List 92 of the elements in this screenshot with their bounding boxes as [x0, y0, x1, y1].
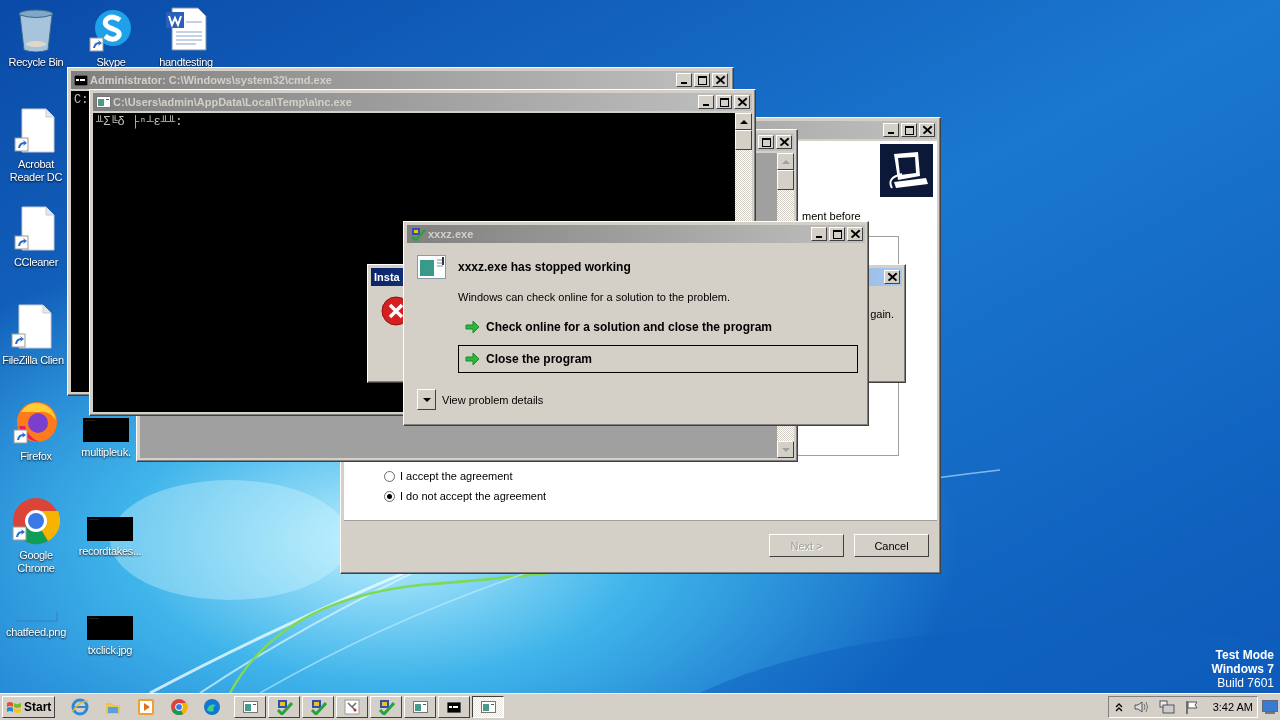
network-icon[interactable] — [1159, 699, 1175, 715]
setup-icon — [309, 699, 328, 715]
message-text: gain. — [870, 308, 894, 320]
browser-shortcut-icon[interactable] — [12, 497, 60, 545]
tool-icon — [344, 699, 361, 715]
file-shortcut-icon[interactable] — [11, 304, 55, 350]
radio-label: I accept the agreement — [400, 470, 513, 482]
image-thumbnail-icon[interactable] — [83, 418, 129, 442]
browser-icon[interactable] — [170, 698, 189, 716]
minimize-button[interactable] — [811, 227, 827, 241]
close-button[interactable] — [712, 73, 728, 87]
close-button[interactable] — [919, 123, 935, 137]
app-shortcut-icon[interactable] — [89, 8, 133, 52]
minimize-button[interactable] — [883, 123, 899, 137]
close-button[interactable] — [847, 227, 863, 241]
window-icon — [480, 701, 496, 713]
show-desktop-icon[interactable] — [1262, 700, 1278, 714]
image-thumbnail-icon[interactable] — [87, 616, 133, 640]
arrow-icon — [465, 320, 480, 334]
window-title: xxxz.exe — [428, 228, 475, 240]
close-button[interactable] — [776, 135, 792, 149]
close-button[interactable] — [734, 95, 750, 109]
flag-icon[interactable] — [1185, 699, 1199, 715]
chevron-up-icon[interactable] — [1115, 702, 1123, 712]
icon-label: Firefox — [20, 450, 52, 463]
test-mode-text: Build 7601 — [1217, 676, 1274, 690]
taskbar-button[interactable] — [472, 696, 505, 718]
scroll-up-button[interactable] — [777, 153, 794, 170]
console-icon — [74, 74, 88, 86]
scroll-thumb[interactable] — [735, 130, 752, 150]
icon-label: chatfeed.png — [6, 626, 66, 639]
radio-label: I do not accept the agreement — [400, 490, 547, 502]
minimize-button[interactable] — [698, 95, 714, 109]
clock[interactable]: 3:42 AM — [1212, 701, 1253, 713]
icon-label: FileZilla Clien — [2, 354, 64, 367]
console-text: C: — [74, 93, 89, 107]
window-icon — [412, 701, 428, 713]
console-text: ╨Σ╚δ ├ⁿ┴ε╨╨: — [96, 115, 183, 129]
close-button[interactable] — [884, 270, 900, 284]
license-prompt-text: ment before — [802, 210, 861, 222]
maximize-button[interactable] — [901, 123, 917, 137]
expand-button[interactable] — [417, 389, 436, 410]
icon-label: Skype — [96, 56, 126, 69]
windows-logo-icon — [6, 700, 22, 714]
window-icon — [242, 701, 258, 713]
speaker-icon[interactable] — [1133, 700, 1149, 714]
maximize-button[interactable] — [694, 73, 710, 87]
start-button[interactable]: Start — [2, 696, 56, 718]
maximize-button[interactable] — [829, 227, 845, 241]
icon-label: Recycle Bin — [8, 56, 64, 69]
program-window-icon — [417, 255, 446, 279]
icon-label: Acrobat Reader DC — [8, 158, 64, 184]
maximize-button[interactable] — [716, 95, 732, 109]
browser-icon[interactable] — [203, 698, 222, 716]
icon-label: recordtakes... — [78, 545, 142, 558]
icon-label: txclick.jpg — [87, 644, 133, 657]
document-icon[interactable] — [164, 6, 208, 52]
media-player-icon[interactable] — [137, 698, 156, 716]
window-title: Administrator: C:\Windows\system32\cmd.exe — [90, 74, 333, 86]
icon-label: handtesting — [159, 56, 213, 69]
console-icon — [447, 701, 462, 713]
icon-label: CCleaner — [13, 256, 59, 269]
scroll-up-button[interactable] — [735, 113, 752, 130]
error-message: Windows can check online for a solution to the problem. — [458, 291, 732, 303]
window-title: Insta — [374, 271, 401, 283]
file-shortcut-icon[interactable] — [14, 206, 58, 252]
browser-shortcut-icon[interactable] — [13, 400, 59, 446]
minimize-button[interactable] — [676, 73, 692, 87]
computer-logo-icon — [880, 144, 933, 197]
scroll-thumb[interactable] — [777, 170, 794, 190]
setup-icon — [275, 699, 294, 715]
test-mode-text: Test Mode — [1215, 648, 1274, 662]
setup-icon — [410, 227, 426, 241]
recycle-bin-icon[interactable] — [16, 8, 56, 52]
radio-button[interactable] — [384, 490, 395, 502]
window-title: C:\Users\admin\AppData\Local\Temp\a\nc.exe — [113, 96, 353, 108]
image-thumbnail-icon[interactable] — [87, 517, 133, 541]
command-link[interactable]: Check online for a solution and close the program — [458, 313, 858, 341]
command-link[interactable]: Close the program — [458, 345, 858, 373]
maximize-button[interactable] — [758, 135, 774, 149]
icon-label: multipleuk. — [81, 446, 131, 459]
arrow-icon — [465, 352, 480, 366]
file-shortcut-icon[interactable] — [14, 108, 58, 154]
wizard-button[interactable]: Cancel — [854, 534, 929, 557]
scroll-down-button[interactable] — [777, 441, 794, 458]
window-icon — [96, 96, 111, 108]
radio-button[interactable] — [384, 470, 395, 482]
test-mode-text: Windows 7 — [1211, 662, 1274, 676]
setup-icon — [377, 699, 396, 715]
details-link[interactable]: View problem details — [442, 393, 544, 406]
error-heading: xxxz.exe has stopped working — [458, 260, 631, 274]
icon-label: Google Chrome — [16, 549, 56, 575]
